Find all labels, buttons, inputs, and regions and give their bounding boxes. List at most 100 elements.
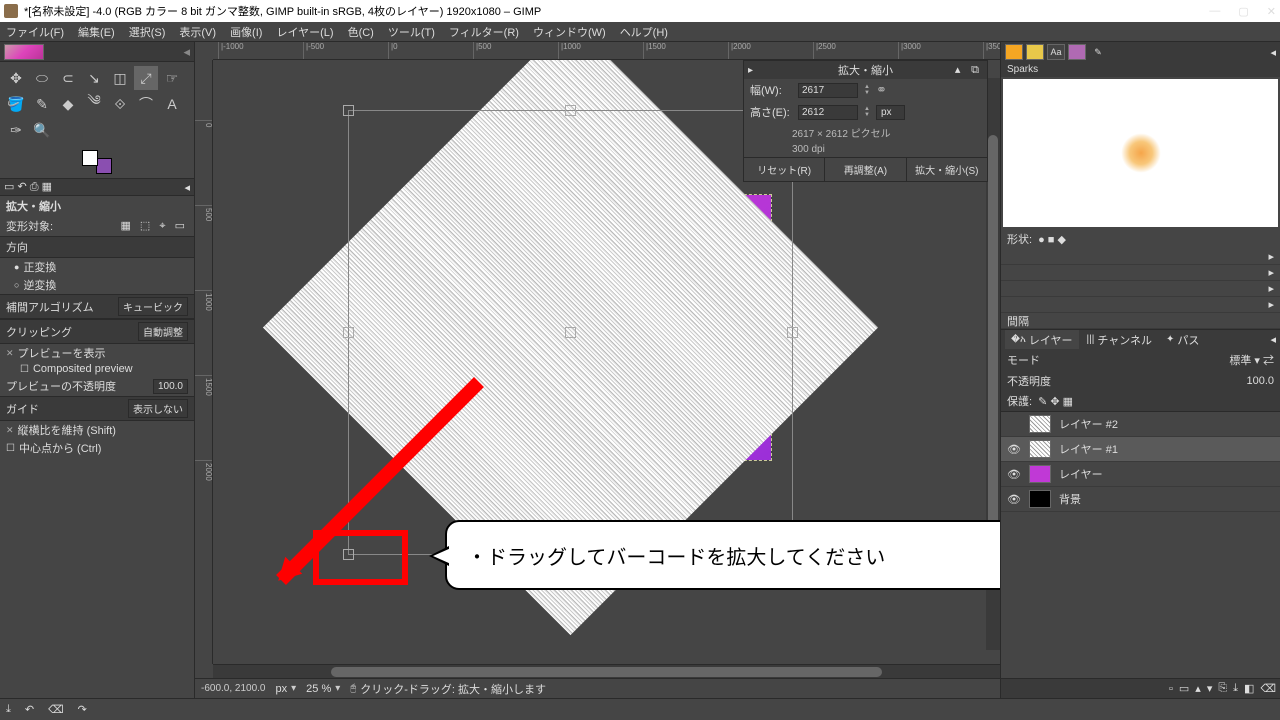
menu-help[interactable]: ヘルプ(H) bbox=[620, 24, 668, 40]
tool-options-tabs[interactable]: ▭ ↶ ⎙ ▦ bbox=[4, 180, 52, 194]
menu-colors[interactable]: 色(C) bbox=[348, 24, 374, 40]
new-group-icon[interactable]: ▭ bbox=[1179, 682, 1189, 695]
fg-bg-colors[interactable] bbox=[82, 150, 112, 174]
scale-dialog[interactable]: ▸ 拡大・縮小 ▴ ⧉ 幅(W): ▲▼ ⚭ 高さ(E): ▲▼ p bbox=[743, 60, 988, 182]
menu-tools[interactable]: ツール(T) bbox=[388, 24, 435, 40]
height-input[interactable] bbox=[798, 105, 858, 120]
reset-button[interactable]: リセット(R) bbox=[744, 158, 825, 181]
readjust-button[interactable]: 再調整(A) bbox=[825, 158, 906, 181]
undo-icon[interactable]: ↶ bbox=[25, 703, 34, 716]
param-row[interactable]: ▸ bbox=[1001, 265, 1280, 281]
save-icon[interactable]: ⤓ bbox=[6, 703, 11, 716]
layer-row[interactable]: 👁 レイヤー bbox=[1001, 462, 1280, 487]
foreground-color[interactable] bbox=[82, 150, 98, 166]
layer-name[interactable]: 背景 bbox=[1059, 491, 1081, 507]
handle-tl[interactable] bbox=[343, 105, 354, 116]
menu-image[interactable]: 画像(I) bbox=[230, 24, 262, 40]
crop-tool[interactable]: ◫ bbox=[108, 66, 132, 90]
image-tab[interactable] bbox=[4, 44, 44, 60]
redo-icon[interactable]: ↷ bbox=[78, 703, 87, 716]
minimize-button[interactable]: — bbox=[1209, 5, 1220, 18]
handle-center[interactable] bbox=[565, 327, 576, 338]
visibility-icon[interactable]: 👁 bbox=[1007, 443, 1021, 456]
dialog-menu-icon[interactable]: ▸ bbox=[748, 65, 753, 76]
lower-layer-icon[interactable]: ▾ bbox=[1207, 682, 1213, 695]
status-zoom[interactable]: 25 % ▾ bbox=[306, 683, 340, 695]
layer-name[interactable]: レイヤー bbox=[1059, 466, 1103, 482]
menu-edit[interactable]: 編集(E) bbox=[78, 24, 115, 40]
new-layer-icon[interactable]: ▫ bbox=[1169, 683, 1173, 695]
clone-tool[interactable]: ༄ bbox=[82, 92, 106, 116]
dialog-detach-icon[interactable]: ⧉ bbox=[971, 64, 983, 76]
mode-select[interactable]: 標準 ▾ ⇄ bbox=[1229, 352, 1274, 368]
visibility-icon[interactable]: 👁 bbox=[1007, 493, 1021, 506]
target-icons[interactable]: ▦ ⬚ ⌖ ▭ bbox=[120, 219, 188, 233]
close-button[interactable]: ✕ bbox=[1267, 5, 1276, 18]
handle-ml[interactable] bbox=[343, 327, 354, 338]
raise-layer-icon[interactable]: ▴ bbox=[1195, 682, 1201, 695]
menu-filters[interactable]: フィルター(R) bbox=[449, 24, 519, 40]
duplicate-layer-icon[interactable]: ⎘ bbox=[1218, 682, 1227, 695]
width-down[interactable]: ▼ bbox=[864, 90, 870, 96]
layer-row[interactable]: 👁 背景 bbox=[1001, 487, 1280, 512]
visibility-icon[interactable]: 👁 bbox=[1007, 468, 1021, 481]
gradients-tab[interactable] bbox=[1068, 44, 1086, 60]
param-row[interactable]: ▸ bbox=[1001, 249, 1280, 265]
dialog-shade-icon[interactable]: ▴ bbox=[955, 64, 965, 76]
delete-icon[interactable]: ⌫ bbox=[48, 703, 64, 716]
move-tool[interactable]: ✥ bbox=[4, 66, 28, 90]
handle-tc[interactable] bbox=[565, 105, 576, 116]
new-tab-button[interactable]: ◂ bbox=[183, 44, 190, 60]
composited-checkbox[interactable]: Composited preview bbox=[0, 362, 194, 376]
color-picker-tool[interactable]: ✑ bbox=[4, 118, 28, 142]
link-icon[interactable]: ⚭ bbox=[876, 82, 887, 98]
aspect-checkbox[interactable]: 縦横比を維持 (Shift) bbox=[0, 421, 194, 439]
preview-checkbox[interactable]: プレビューを表示 bbox=[0, 344, 194, 362]
status-unit[interactable]: px ▾ bbox=[276, 683, 297, 695]
layer-opacity-value[interactable]: 100.0 bbox=[1246, 375, 1274, 387]
lock-icons[interactable]: ✎ ✥ ▦ bbox=[1038, 395, 1073, 408]
menu-view[interactable]: 表示(V) bbox=[179, 24, 216, 40]
direction-normal-radio[interactable]: 正変換 bbox=[0, 258, 194, 276]
warp-tool[interactable]: ☞ bbox=[160, 66, 184, 90]
menu-select[interactable]: 選択(S) bbox=[129, 24, 166, 40]
width-input[interactable] bbox=[798, 83, 858, 98]
scale-button[interactable]: 拡大・縮小(S) bbox=[907, 158, 987, 181]
merge-down-icon[interactable]: ⤓ bbox=[1233, 682, 1238, 695]
layers-tab[interactable]: �አ レイヤー bbox=[1005, 330, 1079, 350]
direction-reverse-radio[interactable]: 逆変換 bbox=[0, 276, 194, 294]
patterns-tab[interactable] bbox=[1026, 44, 1044, 60]
paint-dynamics-tab[interactable]: ✎ bbox=[1089, 44, 1107, 60]
height-down[interactable]: ▼ bbox=[864, 112, 870, 118]
center-checkbox[interactable]: 中心点から (Ctrl) bbox=[0, 439, 194, 457]
shape-icons[interactable]: ● ■ ◆ bbox=[1038, 233, 1066, 246]
free-select-tool[interactable]: ⊂ bbox=[56, 66, 80, 90]
channels-tab[interactable]: ||| チャンネル bbox=[1081, 330, 1158, 350]
maximize-button[interactable]: ▢ bbox=[1238, 5, 1248, 18]
param-row[interactable]: ▸ bbox=[1001, 297, 1280, 313]
background-color[interactable] bbox=[96, 158, 112, 174]
horizontal-scrollbar[interactable] bbox=[213, 664, 1000, 678]
bucket-tool[interactable]: 🪣 bbox=[4, 92, 28, 116]
path-tool[interactable]: ⌒ bbox=[134, 92, 158, 116]
clip-select[interactable]: 自動調整 bbox=[138, 322, 188, 341]
pencil-tool[interactable]: ✎ bbox=[30, 92, 54, 116]
unit-select[interactable]: px bbox=[876, 105, 905, 120]
menu-file[interactable]: ファイル(F) bbox=[6, 24, 64, 40]
delete-layer-icon[interactable]: ⌫ bbox=[1260, 682, 1276, 695]
eraser-tool[interactable]: ◆ bbox=[56, 92, 80, 116]
menu-layer[interactable]: レイヤー(L) bbox=[276, 24, 333, 40]
brushes-tab[interactable] bbox=[1005, 44, 1023, 60]
param-row[interactable]: ▸ bbox=[1001, 281, 1280, 297]
layer-row[interactable]: レイヤー #2 bbox=[1001, 412, 1280, 437]
guides-select[interactable]: 表示しない bbox=[128, 399, 188, 418]
text-tool[interactable]: A bbox=[160, 92, 184, 116]
smudge-tool[interactable]: ⟐ bbox=[108, 92, 132, 116]
layer-name[interactable]: レイヤー #1 bbox=[1059, 441, 1118, 457]
menu-windows[interactable]: ウィンドウ(W) bbox=[533, 24, 606, 40]
layer-row[interactable]: 👁 レイヤー #1 bbox=[1001, 437, 1280, 462]
viewport[interactable]: ・ドラッグしてバーコードを拡大してください ▸ 拡大・縮小 ▴ ⧉ 幅(W): … bbox=[213, 60, 1000, 664]
paths-tab[interactable]: ✦ パス bbox=[1160, 330, 1205, 350]
rect-select-tool[interactable]: ⬭ bbox=[30, 66, 54, 90]
mask-icon[interactable]: ◧ bbox=[1244, 682, 1254, 695]
